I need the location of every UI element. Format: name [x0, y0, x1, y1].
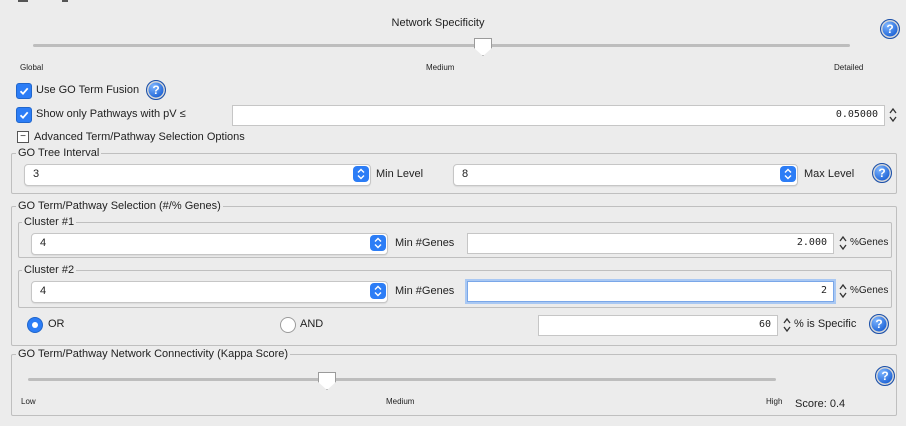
kappa-label-low: Low — [21, 397, 36, 406]
help-icon: ? — [875, 317, 883, 331]
max-level-label: Max Level — [804, 168, 855, 180]
go-fusion-label: Use GO Term Fusion — [36, 84, 140, 96]
specific-percent-field[interactable]: 60 — [538, 315, 778, 336]
cluster-2-title: Cluster #2 — [22, 264, 77, 276]
specific-percent-stepper[interactable] — [782, 315, 792, 335]
dropdown-arrows-icon — [370, 235, 386, 251]
min-level-label: Min Level — [376, 168, 424, 180]
specific-percent-value: 60 — [758, 319, 771, 330]
pv-threshold-value: 0.05000 — [835, 109, 878, 120]
cluster-2-percent-value: 2 — [820, 285, 827, 296]
advanced-options-label: Advanced Term/Pathway Selection Options — [34, 131, 245, 143]
cluster-1-title: Cluster #1 — [22, 216, 77, 228]
specificity-help-button[interactable]: ? — [880, 19, 900, 39]
pv-threshold-field[interactable]: 0.05000 — [232, 105, 885, 126]
cluster-1-min-genes-label: Min #Genes — [395, 237, 455, 249]
min-level-select[interactable]: 3 — [24, 164, 371, 186]
checkmark-icon — [19, 87, 29, 96]
cluster-2-min-genes-select[interactable]: 4 — [31, 281, 388, 303]
help-icon: ? — [878, 166, 886, 180]
selection-help-button[interactable]: ? — [869, 314, 889, 334]
checkmark-icon — [19, 111, 29, 120]
cluster-1-min-genes-value: 4 — [40, 237, 47, 249]
cluster-2-percent-field[interactable]: 2 — [467, 281, 834, 302]
or-radio[interactable] — [27, 317, 43, 333]
and-radio[interactable] — [280, 317, 296, 333]
go-fusion-checkbox[interactable] — [16, 83, 32, 99]
dropdown-arrows-icon — [780, 166, 796, 182]
advanced-options-toggle[interactable]: − — [17, 131, 29, 143]
dropdown-arrows-icon — [370, 283, 386, 299]
specificity-label-global: Global — [20, 63, 44, 72]
kappa-group — [11, 354, 897, 416]
specific-percent-label: % is Specific — [794, 318, 857, 330]
specificity-slider-track[interactable] — [33, 44, 850, 47]
specificity-slider-thumb[interactable] — [474, 38, 492, 56]
help-icon: ? — [881, 369, 889, 383]
go-tree-interval-title: GO Tree Interval — [16, 147, 102, 159]
kappa-slider-track[interactable] — [28, 378, 776, 381]
kappa-score-text: Score: 0.4 — [795, 398, 846, 410]
and-label: AND — [300, 318, 324, 330]
clipped-header-fragment — [18, 0, 28, 2]
kappa-title: GO Term/Pathway Network Connectivity (Ka… — [16, 348, 291, 360]
tree-interval-help-button[interactable]: ? — [872, 163, 892, 183]
cluster-2-percent-label: %Genes — [850, 285, 889, 296]
collapse-icon: − — [20, 131, 26, 142]
help-icon: ? — [886, 22, 894, 36]
cluster-1-min-genes-select[interactable]: 4 — [31, 233, 388, 255]
pv-filter-label: Show only Pathways with pV ≤ — [36, 108, 186, 120]
cluster-2-percent-stepper[interactable] — [838, 281, 848, 301]
selection-title: GO Term/Pathway Selection (#/% Genes) — [16, 200, 223, 212]
min-level-value: 3 — [33, 168, 40, 180]
help-icon: ? — [152, 83, 160, 97]
max-level-select[interactable]: 8 — [453, 164, 798, 186]
cluster-2-min-genes-label: Min #Genes — [395, 285, 455, 297]
kappa-help-button[interactable]: ? — [875, 366, 895, 386]
max-level-value: 8 — [462, 168, 469, 180]
cluster-1-percent-field[interactable]: 2.000 — [467, 233, 834, 254]
cluster-1-percent-label: %Genes — [850, 237, 889, 248]
specificity-label-medium: Medium — [426, 63, 455, 72]
kappa-label-high: High — [766, 397, 783, 406]
specificity-label-detailed: Detailed — [834, 63, 864, 72]
or-label: OR — [48, 318, 65, 330]
pv-threshold-stepper[interactable] — [888, 105, 898, 125]
radio-dot-icon — [32, 322, 38, 328]
kappa-label-medium: Medium — [386, 397, 415, 406]
cluster-1-percent-stepper[interactable] — [838, 233, 848, 253]
pv-filter-checkbox[interactable] — [16, 107, 32, 123]
specificity-title: Network Specificity — [391, 17, 485, 29]
cluster-2-min-genes-value: 4 — [40, 285, 47, 297]
dropdown-arrows-icon — [353, 166, 369, 182]
clipped-header-fragment-2 — [62, 0, 68, 2]
cluster-1-percent-value: 2.000 — [796, 237, 827, 248]
go-fusion-help-button[interactable]: ? — [146, 80, 166, 100]
